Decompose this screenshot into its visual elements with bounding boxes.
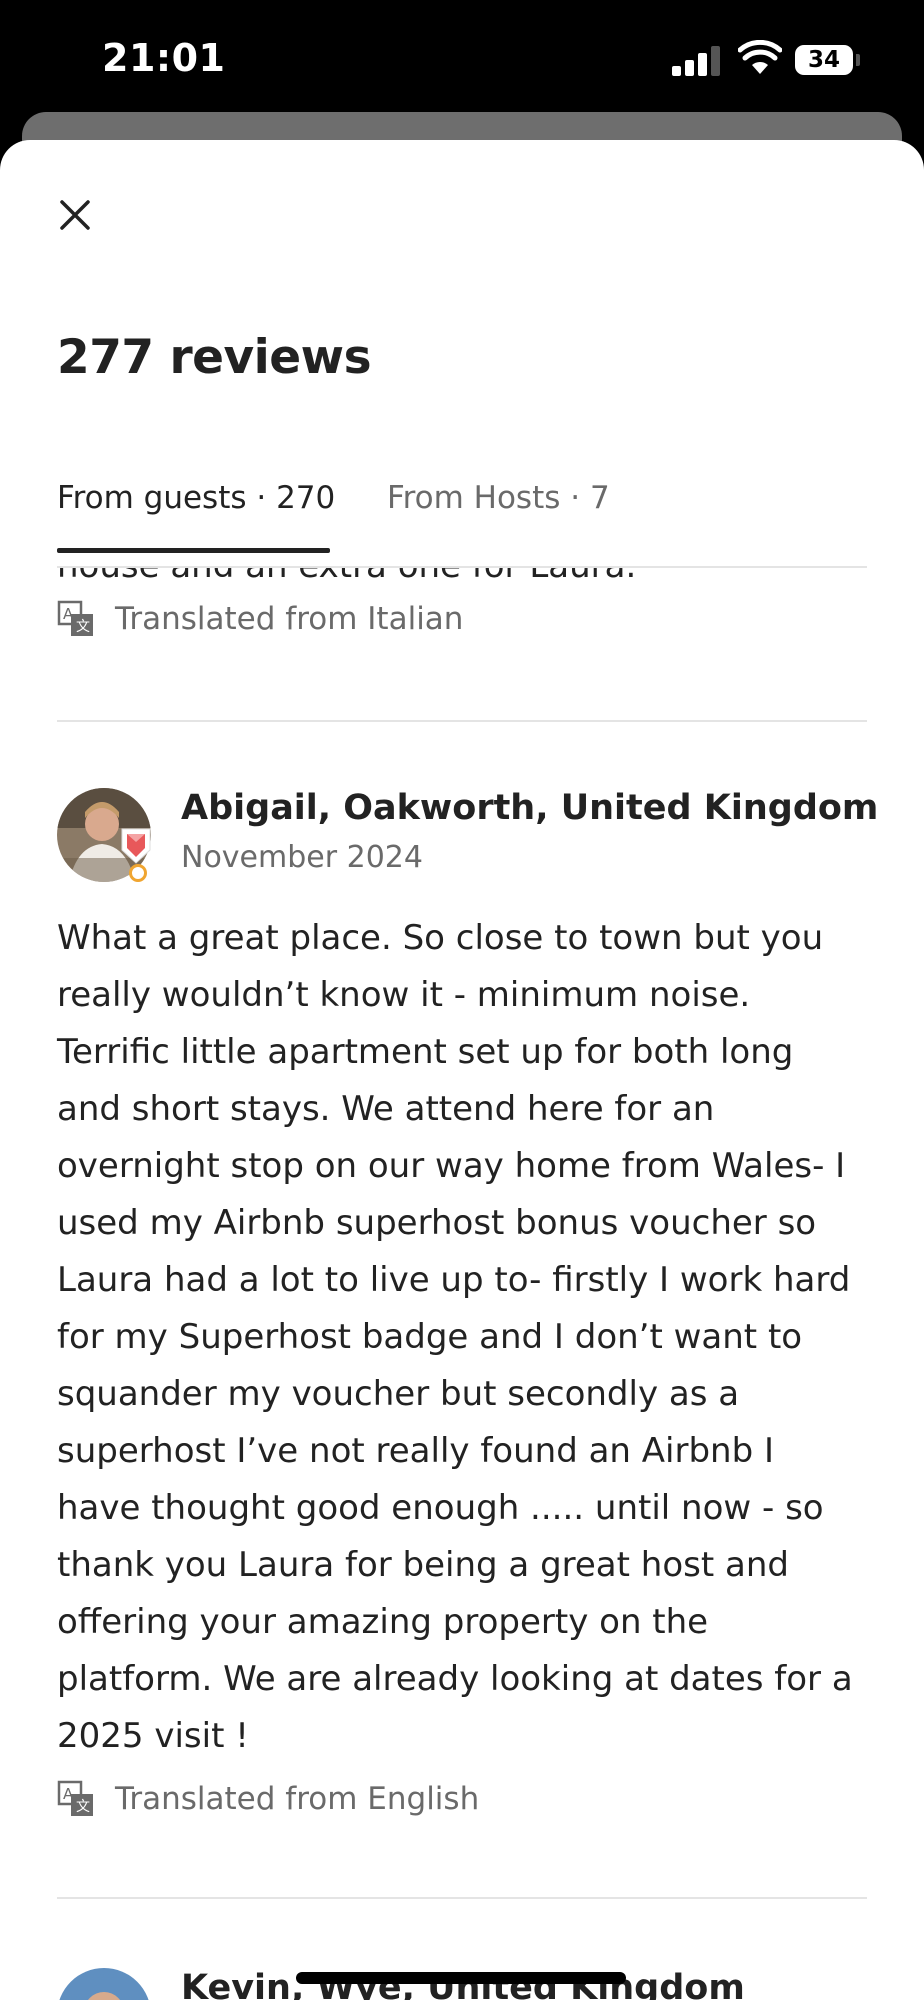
review-text: What a great place. So close to town but… <box>57 918 853 1756</box>
tab-from-guests[interactable]: From guests · 270 <box>57 480 335 516</box>
avatar[interactable] <box>57 788 151 882</box>
wifi-icon <box>738 40 782 74</box>
avatar-photo <box>57 1968 151 2000</box>
previous-review-text-content: house and an extra one for Laura. <box>57 568 636 586</box>
cellular-signal-icon <box>672 44 722 76</box>
translation-label: Translated from English <box>115 1781 480 1817</box>
verification-dot <box>129 864 147 882</box>
tab-from-hosts[interactable]: From Hosts · 7 <box>387 480 610 516</box>
avatar[interactable] <box>57 1968 151 2000</box>
svg-text:文: 文 <box>76 619 90 635</box>
review-date: November 2024 <box>181 840 423 875</box>
translation-note[interactable]: A 文 Translated from Italian <box>57 600 463 638</box>
tabs-divider <box>57 566 867 568</box>
battery-tip <box>856 54 860 66</box>
svg-text:文: 文 <box>76 1799 90 1815</box>
translate-icon: A 文 <box>57 1780 93 1816</box>
status-time: 21:01 <box>102 36 226 80</box>
review-tabs: From guests · 270 From Hosts · 7 <box>57 480 867 558</box>
translation-label: Translated from Italian <box>115 601 464 637</box>
status-bar: 21:01 34 <box>0 0 924 120</box>
review-divider <box>57 1897 867 1899</box>
previous-review-text: house and an extra one for Laura. <box>57 568 636 598</box>
close-icon[interactable] <box>50 190 100 240</box>
home-indicator <box>296 1972 626 1984</box>
active-tab-indicator <box>57 548 330 553</box>
page-title: 277 reviews <box>57 330 372 385</box>
review-divider <box>57 720 867 722</box>
battery-indicator: 34 <box>795 45 853 75</box>
reviews-modal: 277 reviews From guests · 270 From Hosts… <box>0 140 924 2000</box>
translation-note[interactable]: A 文 Translated from English <box>57 1780 479 1818</box>
reviewer-name: Abigail, Oakworth, United Kingdom <box>181 788 879 828</box>
translate-icon: A 文 <box>57 600 93 636</box>
superhost-badge-icon <box>121 828 151 864</box>
